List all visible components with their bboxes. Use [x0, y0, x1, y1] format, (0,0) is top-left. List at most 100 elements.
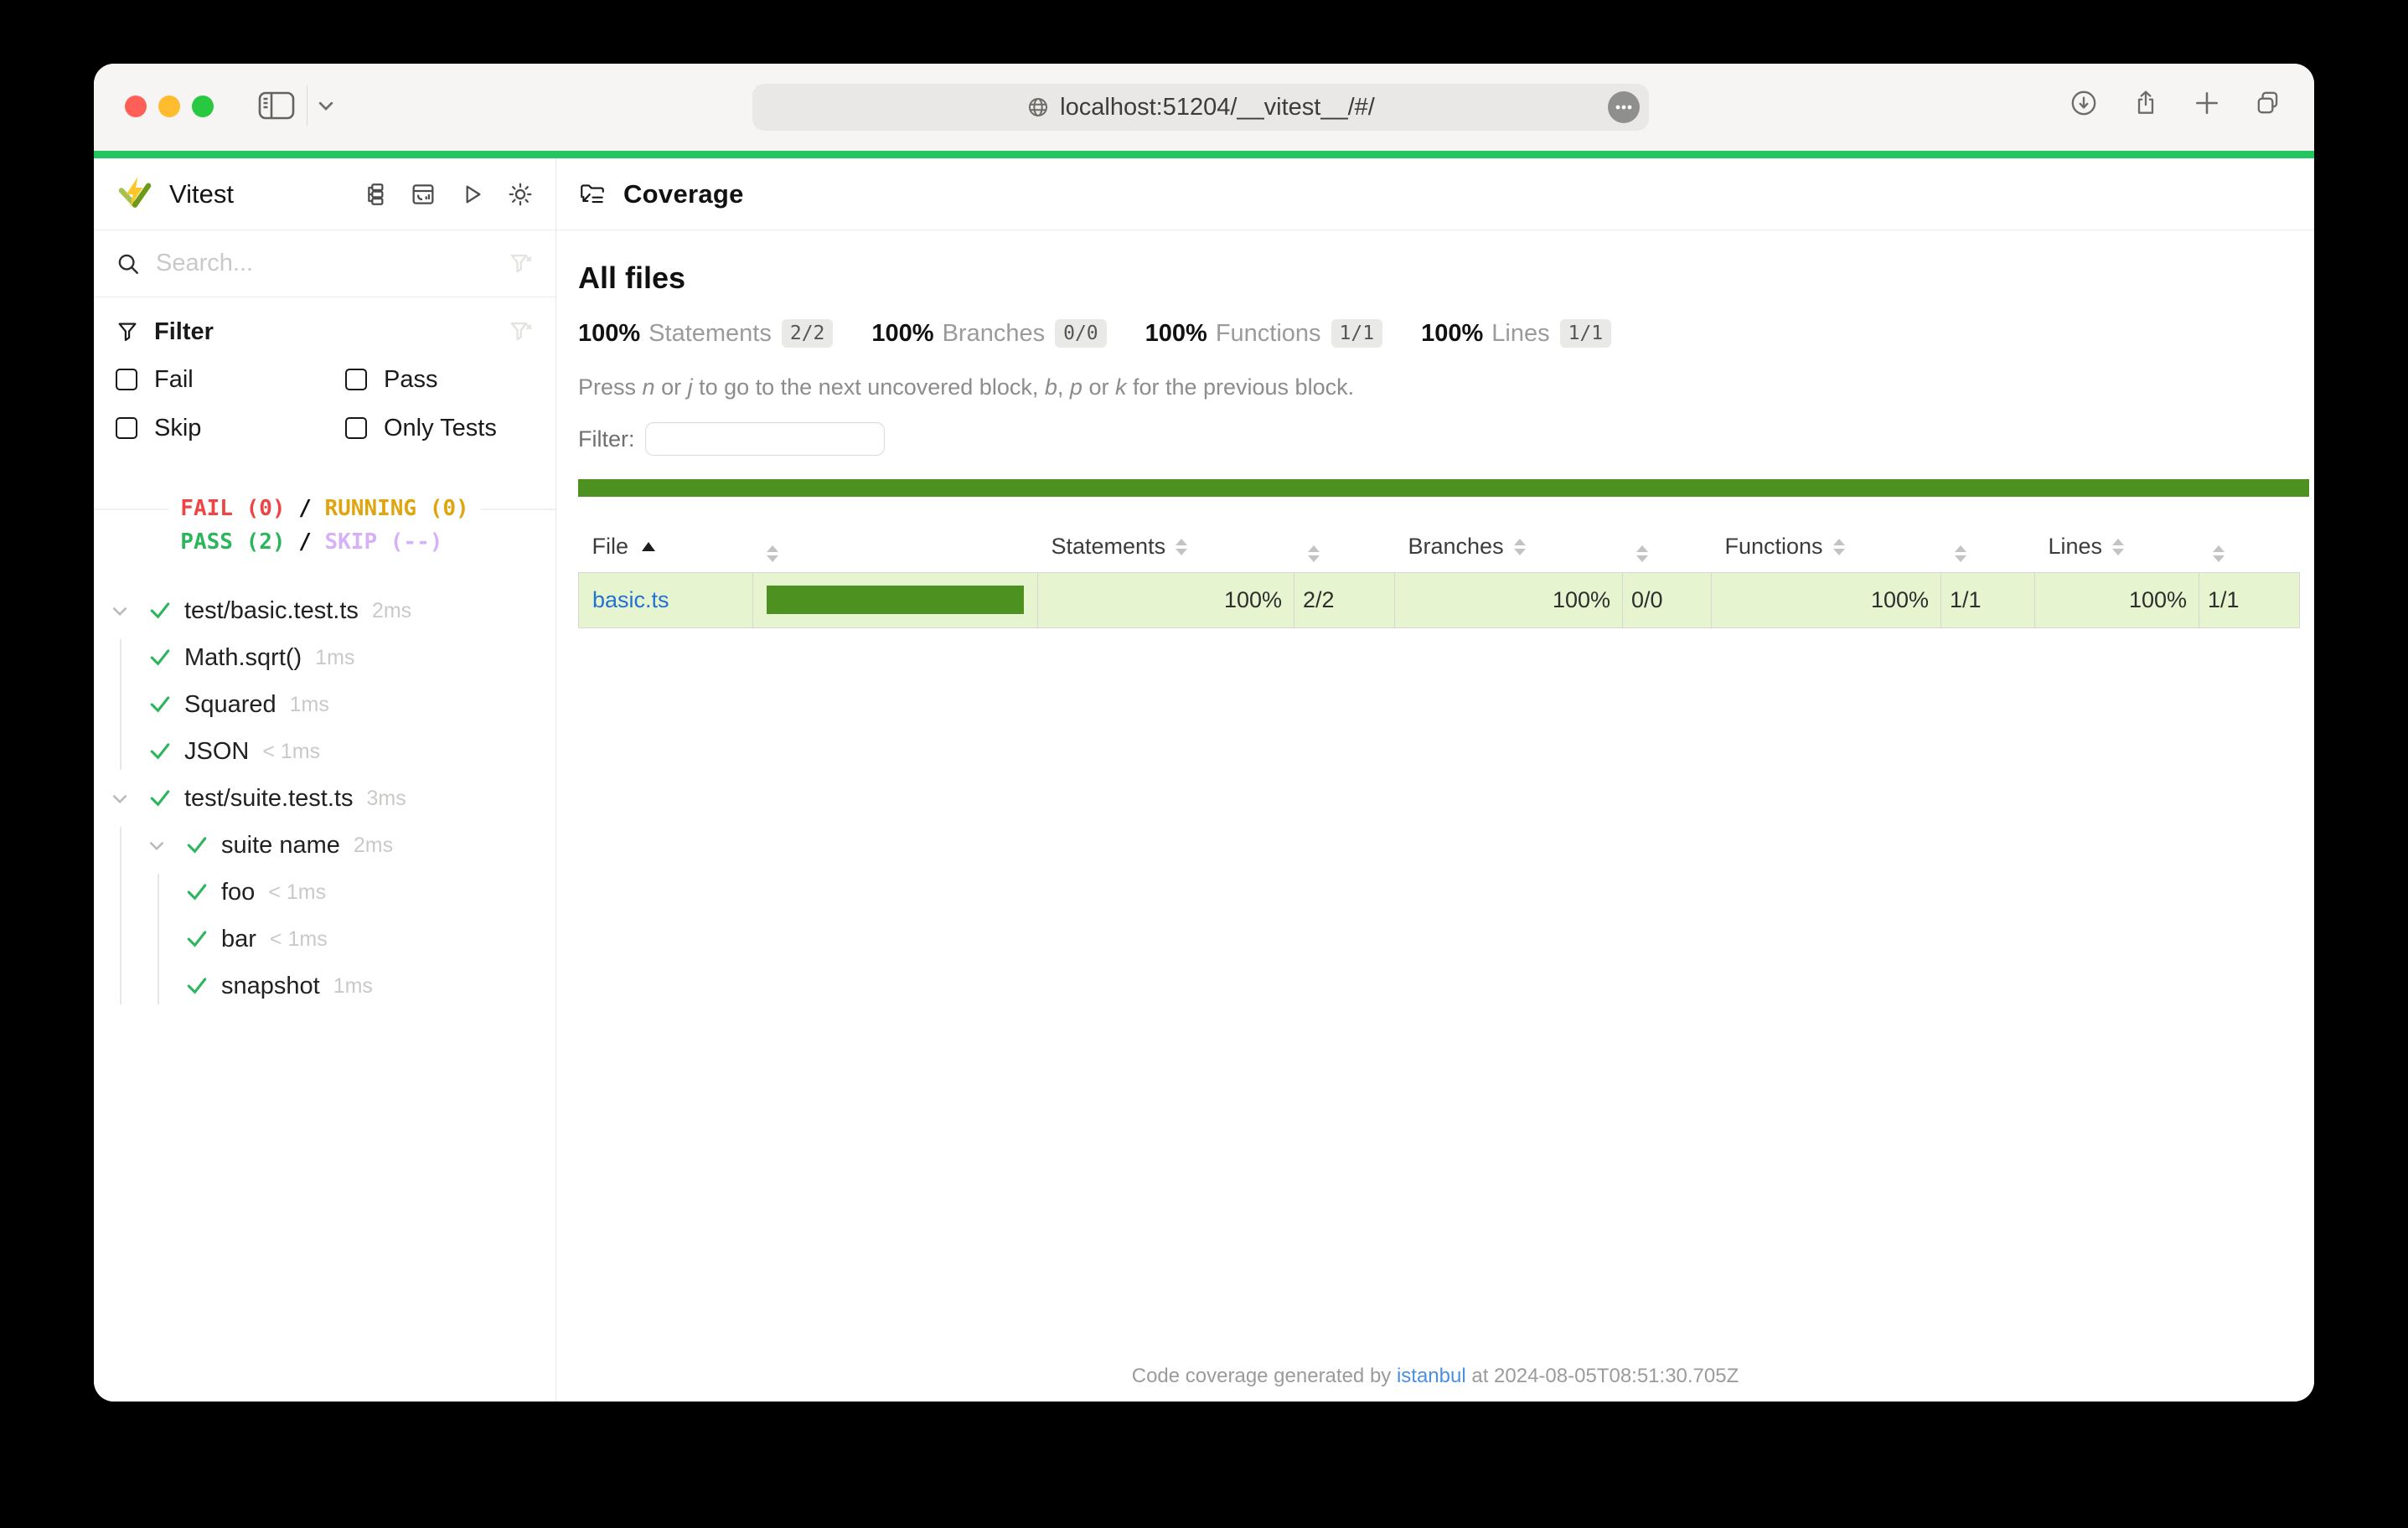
tree-item-bar[interactable]: bar < 1ms — [94, 916, 555, 963]
test-tree-view-icon[interactable] — [361, 181, 388, 208]
column-sorter[interactable] — [1623, 522, 1712, 572]
downloads-icon[interactable] — [2070, 89, 2098, 117]
sidebar-toggle-icon[interactable] — [258, 90, 295, 121]
coverage-scope-heading: All files — [578, 261, 2292, 296]
search-icon — [116, 251, 141, 276]
chevron-down-icon[interactable] — [149, 839, 164, 852]
tree-item-foo[interactable]: foo < 1ms — [94, 869, 555, 916]
column-header-functions[interactable]: Functions — [1712, 522, 1941, 572]
pass-check-icon — [186, 928, 208, 950]
coverage-table-header-row: File Statements Branches — [579, 522, 2300, 572]
chevron-down-icon[interactable] — [112, 792, 127, 805]
statements-frac-cell: 2/2 — [1294, 572, 1395, 627]
close-window-button[interactable] — [125, 96, 147, 117]
filter-checkbox-only-tests[interactable]: Only Tests — [345, 410, 534, 447]
keyboard-hint: Press n or j to go to the next uncovered… — [578, 374, 2292, 400]
test-duration: < 1ms — [270, 927, 328, 952]
pass-check-icon — [149, 647, 171, 668]
sort-icon — [767, 545, 778, 562]
branches-frac-cell: 0/0 — [1623, 572, 1712, 627]
tree-item-suite-test-file[interactable]: test/suite.test.ts 3ms — [94, 775, 555, 822]
pass-check-icon — [149, 741, 171, 762]
tree-item-squared[interactable]: Squared 1ms — [94, 681, 555, 728]
pass-check-icon — [149, 600, 171, 622]
column-header-branches[interactable]: Branches — [1395, 522, 1623, 572]
filter-checkbox-skip[interactable]: Skip — [116, 410, 345, 447]
chevron-down-icon[interactable] — [318, 99, 334, 112]
checkbox-icon — [345, 417, 367, 439]
lines-pct-cell: 100% — [2035, 572, 2199, 627]
filter-checkbox-pass[interactable]: Pass — [345, 361, 534, 398]
pass-check-icon — [186, 881, 208, 903]
pass-check-icon — [186, 975, 208, 997]
address-bar[interactable]: localhost:51204/__vitest__/#/ — [752, 84, 1649, 131]
stat-fraction-badge: 1/1 — [1331, 319, 1383, 348]
coverage-stats: 100% Statements 2/2 100% Branches 0/0 10… — [578, 319, 2292, 348]
column-sorter[interactable] — [2199, 522, 2300, 572]
tree-item-suite-name[interactable]: suite name 2ms — [94, 822, 555, 869]
dashboard-icon[interactable] — [410, 181, 437, 208]
filter-checkbox-fail[interactable]: Fail — [116, 361, 345, 398]
column-sorter[interactable] — [1294, 522, 1395, 572]
pass-check-icon — [186, 834, 208, 856]
coverage-bar — [767, 586, 1024, 614]
column-header-file[interactable]: File — [579, 522, 753, 572]
running-count: RUNNING (0) — [325, 496, 469, 521]
coverage-status-strip — [578, 479, 2309, 497]
run-all-tests-icon[interactable] — [458, 181, 485, 208]
file-cell: basic.ts — [579, 572, 753, 627]
coverage-table-row: basic.ts 100% 2/2 100% 0/0 100% 1/1 100% — [579, 572, 2300, 627]
stat-functions: 100% Functions 1/1 — [1145, 319, 1382, 348]
column-header-statements[interactable]: Statements — [1038, 522, 1294, 572]
clear-filters-icon[interactable] — [509, 319, 534, 344]
sort-icon — [1514, 539, 1526, 555]
pass-check-icon — [149, 787, 171, 809]
vitest-logo-icon — [116, 175, 154, 214]
file-link[interactable]: basic.ts — [592, 587, 669, 612]
tab-overview-icon[interactable] — [2254, 89, 2282, 117]
url-text: localhost:51204/__vitest__/#/ — [1060, 94, 1375, 121]
search-input[interactable] — [156, 250, 493, 277]
new-tab-icon[interactable] — [2194, 90, 2220, 116]
test-run-summary: FAIL (0) / RUNNING (0) PASS (2) / SKIP (… — [94, 492, 555, 559]
tree-item-math-sqrt[interactable]: Math.sqrt() 1ms — [94, 634, 555, 681]
page-accent-bar — [94, 151, 2314, 158]
theme-toggle-sun-icon[interactable] — [507, 181, 534, 208]
column-sorter[interactable] — [753, 522, 1038, 572]
test-duration: 2ms — [372, 599, 411, 623]
test-tree: test/basic.test.ts 2ms Math.sqrt() 1ms — [94, 587, 555, 1402]
skip-count: SKIP (--) — [325, 529, 443, 555]
coverage-filter-label: Filter: — [578, 426, 635, 452]
istanbul-link[interactable]: istanbul — [1397, 1365, 1466, 1387]
browser-toolbar: localhost:51204/__vitest__/#/ — [94, 64, 2314, 151]
checkbox-icon — [116, 417, 137, 439]
column-sorter[interactable] — [1941, 522, 2035, 572]
coverage-filter-input[interactable] — [645, 422, 885, 456]
share-icon[interactable] — [2132, 89, 2160, 117]
sort-ascending-icon — [642, 542, 655, 551]
column-header-lines[interactable]: Lines — [2035, 522, 2199, 572]
zoom-window-button[interactable] — [192, 96, 214, 117]
clear-search-filter-icon[interactable] — [509, 251, 534, 276]
sort-icon — [1308, 545, 1320, 562]
pass-count: PASS (2) — [180, 529, 285, 555]
coverage-pane: Coverage All files 100% Statements 2/2 1… — [556, 158, 2314, 1402]
coverage-footer: Code coverage generated by istanbul at 2… — [556, 1365, 2314, 1388]
functions-pct-cell: 100% — [1712, 572, 1941, 627]
minimize-window-button[interactable] — [158, 96, 180, 117]
stat-fraction-badge: 2/2 — [782, 319, 834, 348]
stat-fraction-badge: 0/0 — [1055, 319, 1107, 348]
sort-icon — [1636, 545, 1648, 562]
tree-item-basic-test-file[interactable]: test/basic.test.ts 2ms — [94, 587, 555, 634]
tree-item-json[interactable]: JSON < 1ms — [94, 728, 555, 775]
lines-frac-cell: 1/1 — [2199, 572, 2300, 627]
coverage-folder-icon — [578, 180, 607, 209]
test-explorer-sidebar: Vitest — [94, 158, 556, 1402]
tree-item-snapshot[interactable]: snapshot 1ms — [94, 963, 555, 1009]
statements-pct-cell: 100% — [1038, 572, 1294, 627]
checkbox-icon — [345, 369, 367, 390]
pass-check-icon — [149, 694, 171, 715]
page-options-button[interactable] — [1607, 90, 1641, 124]
chevron-down-icon[interactable] — [112, 605, 127, 617]
coverage-bar-cell — [753, 572, 1038, 627]
